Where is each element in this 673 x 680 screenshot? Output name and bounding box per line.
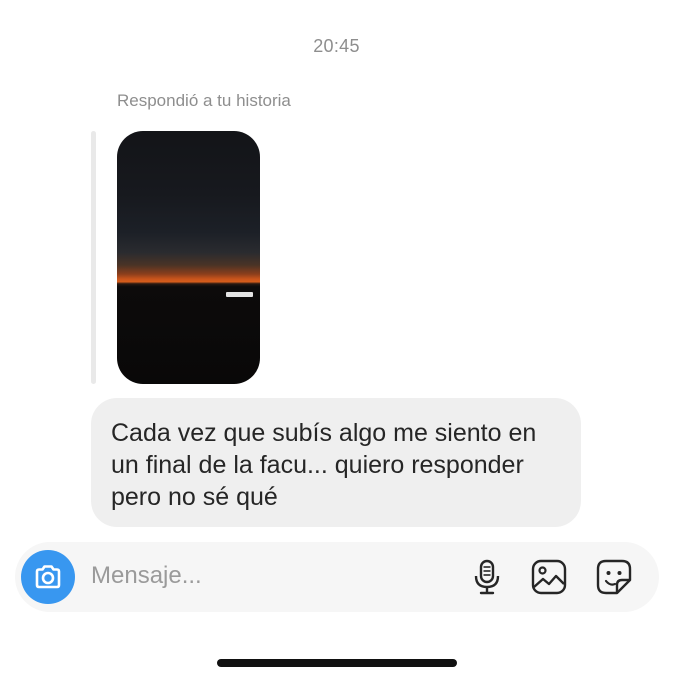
home-indicator bbox=[217, 659, 457, 667]
message-input[interactable]: Mensaje... bbox=[91, 562, 202, 590]
story-thumbnail[interactable] bbox=[117, 131, 260, 384]
camera-button[interactable] bbox=[21, 550, 75, 604]
message-composer: Mensaje... bbox=[15, 542, 659, 612]
microphone-icon[interactable] bbox=[468, 558, 506, 596]
camera-icon bbox=[35, 565, 61, 589]
message-bubble[interactable]: Cada vez que subís algo me siento en un … bbox=[91, 398, 581, 527]
sticker-icon[interactable] bbox=[595, 558, 633, 596]
reply-indicator-bar bbox=[91, 131, 96, 384]
message-timestamp: 20:45 bbox=[313, 36, 360, 56]
message-text: Cada vez que subís algo me siento en un … bbox=[111, 419, 537, 511]
gallery-icon[interactable] bbox=[530, 558, 568, 596]
story-sticker-overlay bbox=[226, 292, 253, 297]
story-reply-caption: Respondió a tu historia bbox=[117, 91, 291, 110]
